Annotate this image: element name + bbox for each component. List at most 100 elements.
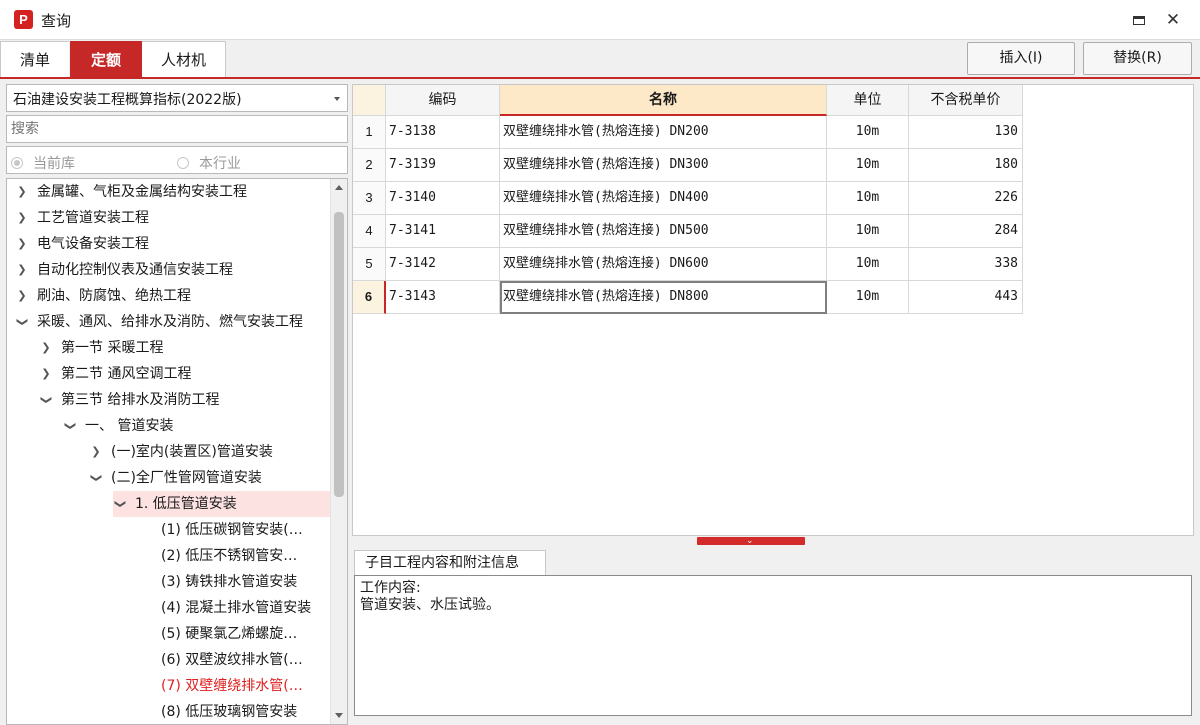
cell-name[interactable]: 双壁缠绕排水管(热熔连接) DN300: [500, 149, 827, 182]
tree-item-label: 电气设备安装工程: [37, 236, 149, 252]
row-number[interactable]: 2: [353, 149, 386, 182]
column-header-price[interactable]: 不含税单价: [909, 85, 1023, 116]
tree-item-label: 采暖、通风、给排水及消防、燃气安装工程: [37, 314, 303, 330]
tab-quota[interactable]: 定额: [70, 41, 142, 78]
row-number-current[interactable]: 6: [353, 281, 386, 314]
chevron-right-icon[interactable]: ❯: [39, 361, 53, 387]
tree-item[interactable]: (2) 低压不锈钢管安…: [161, 543, 297, 569]
cell-code[interactable]: 7-3139: [386, 149, 500, 182]
tree-item[interactable]: ❯ 工艺管道安装工程: [15, 205, 149, 231]
tree-item[interactable]: ❯ (二)全厂性管网管道安装: [89, 465, 262, 491]
search-input[interactable]: [6, 115, 348, 143]
scope-radio-group: 当前库 本行业: [6, 146, 348, 174]
cell-code[interactable]: 7-3142: [386, 248, 500, 281]
cell-code[interactable]: 7-3141: [386, 215, 500, 248]
cell-name[interactable]: 双壁缠绕排水管(热熔连接) DN600: [500, 248, 827, 281]
tree-item[interactable]: (5) 硬聚氯乙烯螺旋…: [161, 621, 297, 647]
chevron-right-icon[interactable]: ❯: [15, 257, 29, 283]
app-logo-icon: P: [14, 10, 33, 29]
tree-item[interactable]: ❯ 金属罐、气柜及金属结构安装工程: [15, 179, 247, 205]
tree-item[interactable]: ❯ 第一节 采暖工程: [39, 335, 163, 361]
chevron-right-icon[interactable]: ❯: [15, 283, 29, 309]
cell-price[interactable]: 443: [909, 281, 1023, 314]
tree-scrollbar[interactable]: [330, 179, 347, 724]
cell-name[interactable]: 双壁缠绕排水管(热熔连接) DN500: [500, 215, 827, 248]
tree-item-label: (2) 低压不锈钢管安…: [161, 548, 298, 564]
tab-info[interactable]: 子目工程内容和附注信息: [354, 550, 546, 575]
tree-item[interactable]: (1) 低压碳钢管安装(…: [161, 517, 303, 543]
info-line-content: 管道安装、水压试验。: [360, 597, 500, 613]
close-button[interactable]: ✕: [1160, 8, 1186, 32]
chevron-down-icon[interactable]: ❯: [107, 497, 133, 511]
chevron-down-icon[interactable]: ❯: [9, 315, 35, 329]
scroll-up-icon[interactable]: [335, 185, 343, 190]
radio-industry[interactable]: 本行业: [177, 153, 241, 173]
tab-labor-material-machine[interactable]: 人材机: [142, 41, 226, 78]
chevron-down-icon[interactable]: ❯: [83, 471, 109, 485]
cell-unit[interactable]: 10m: [827, 182, 909, 215]
cell-price[interactable]: 226: [909, 182, 1023, 215]
chevron-right-icon[interactable]: ❯: [15, 205, 29, 231]
tree-item-highlighted[interactable]: (7) 双壁缠绕排水管(…: [161, 673, 303, 699]
cell-price[interactable]: 284: [909, 215, 1023, 248]
tab-bill[interactable]: 清单: [0, 41, 69, 78]
tree-item[interactable]: ❯ 采暖、通风、给排水及消防、燃气安装工程: [15, 309, 303, 335]
tree-item[interactable]: (8) 低压玻璃钢管安装: [161, 699, 297, 724]
maximize-button[interactable]: [1126, 8, 1152, 32]
tree-item[interactable]: ❯ 刷油、防腐蚀、绝热工程: [15, 283, 191, 309]
chevron-right-icon[interactable]: ❯: [89, 439, 103, 465]
cell-unit[interactable]: 10m: [827, 149, 909, 182]
chevron-right-icon[interactable]: ❯: [15, 231, 29, 257]
tree-item[interactable]: ❯ 自动化控制仪表及通信安装工程: [15, 257, 233, 283]
tree-item-label: 金属罐、气柜及金属结构安装工程: [37, 184, 247, 200]
tree-item-selected[interactable]: ❯ 1. 低压管道安装: [113, 491, 331, 517]
column-header-name[interactable]: 名称: [500, 85, 827, 116]
row-number[interactable]: 5: [353, 248, 386, 281]
column-header-code[interactable]: 编码: [386, 85, 500, 116]
tree-item-label: (3) 铸铁排水管道安装: [161, 574, 298, 590]
column-header-unit[interactable]: 单位: [827, 85, 909, 116]
tree-item[interactable]: ❯ 第三节 给排水及消防工程: [39, 387, 219, 413]
radio-current-library[interactable]: 当前库: [11, 153, 75, 173]
tree-item[interactable]: (6) 双壁波纹排水管(…: [161, 647, 303, 673]
cell-name-focused[interactable]: 双壁缠绕排水管(热熔连接) DN800: [500, 281, 827, 314]
tree-item[interactable]: ❯ (一)室内(装置区)管道安装: [89, 439, 272, 465]
cell-name[interactable]: 双壁缠绕排水管(热熔连接) DN200: [500, 116, 827, 149]
insert-button[interactable]: 插入(I): [967, 42, 1075, 75]
collapse-panel-button[interactable]: ⌄: [697, 537, 805, 546]
chevron-right-icon[interactable]: ❯: [15, 179, 29, 205]
cell-code[interactable]: 7-3143: [386, 281, 500, 314]
chevron-down-icon[interactable]: ❯: [33, 393, 59, 407]
tree-item[interactable]: ❯ 一、 管道安装: [63, 413, 173, 439]
tree-item-label: 第一节 采暖工程: [61, 340, 164, 356]
cell-unit[interactable]: 10m: [827, 248, 909, 281]
library-select-value: 石油建设安装工程概算指标(2022版): [13, 92, 242, 108]
cell-unit[interactable]: 10m: [827, 281, 909, 314]
tree-item-label: 自动化控制仪表及通信安装工程: [37, 262, 233, 278]
cell-code[interactable]: 7-3140: [386, 182, 500, 215]
chevron-right-icon[interactable]: ❯: [39, 335, 53, 361]
cell-code[interactable]: 7-3138: [386, 116, 500, 149]
panel-splitter[interactable]: ⌄: [352, 537, 1194, 547]
cell-unit[interactable]: 10m: [827, 116, 909, 149]
tree-item[interactable]: (3) 铸铁排水管道安装: [161, 569, 297, 595]
tree-item[interactable]: (4) 混凝土排水管道安装: [161, 595, 311, 621]
cell-price[interactable]: 180: [909, 149, 1023, 182]
row-number[interactable]: 3: [353, 182, 386, 215]
tree-item[interactable]: ❯ 第二节 通风空调工程: [39, 361, 191, 387]
cell-unit[interactable]: 10m: [827, 215, 909, 248]
cell-name[interactable]: 双壁缠绕排水管(热熔连接) DN400: [500, 182, 827, 215]
library-select[interactable]: 石油建设安装工程概算指标(2022版): [6, 84, 348, 112]
scroll-down-icon[interactable]: [335, 713, 343, 718]
cell-price[interactable]: 338: [909, 248, 1023, 281]
info-line-title: 工作内容:: [360, 580, 421, 596]
window-titlebar: P 查询 ✕: [0, 0, 1200, 40]
row-number[interactable]: 4: [353, 215, 386, 248]
replace-button[interactable]: 替换(R): [1083, 42, 1192, 75]
cell-price[interactable]: 130: [909, 116, 1023, 149]
radio-empty-icon: [177, 157, 189, 169]
row-number[interactable]: 1: [353, 116, 386, 149]
tree-item[interactable]: ❯ 电气设备安装工程: [15, 231, 149, 257]
chevron-down-icon[interactable]: ❯: [57, 419, 83, 433]
scrollbar-thumb[interactable]: [334, 212, 344, 497]
